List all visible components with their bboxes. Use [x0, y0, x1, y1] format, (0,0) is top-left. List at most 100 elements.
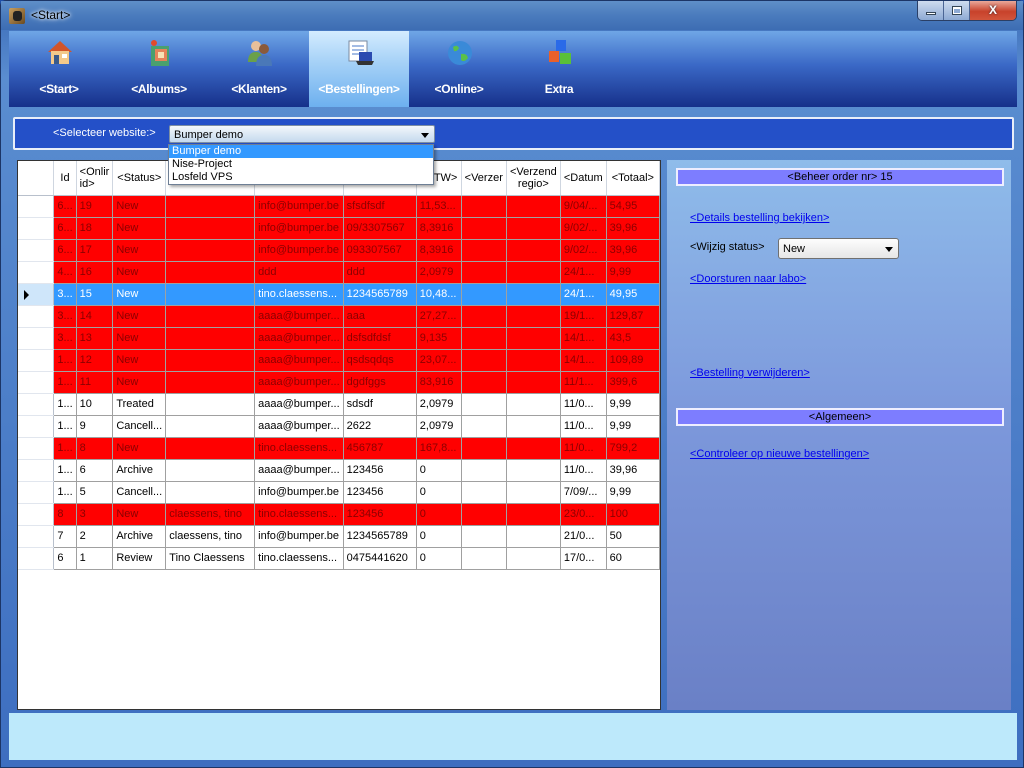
cell-name[interactable]	[165, 305, 256, 328]
cell-id[interactable]: 8	[53, 503, 77, 526]
cell-totaal[interactable]: 49,95	[606, 283, 660, 306]
cell-name[interactable]	[165, 393, 256, 416]
details-order-link[interactable]: <Details bestelling bekijken>	[690, 212, 829, 224]
table-row[interactable]: 1... 12 New aaaa@bumper... qsdsqdqs 23,07... 1…	[18, 349, 660, 372]
cell-status[interactable]: Treated	[112, 393, 167, 416]
row-header[interactable]	[18, 393, 55, 416]
cell-email[interactable]: aaaa@bumper...	[254, 349, 344, 372]
cell-email[interactable]: info@bumper.be	[254, 195, 344, 218]
cell-verzend-regio[interactable]	[506, 393, 561, 416]
cell-verzending[interactable]	[461, 195, 507, 218]
cell-verzending[interactable]	[461, 217, 507, 240]
website-option[interactable]: Nise-Project	[169, 158, 433, 171]
cell-datum[interactable]: 19/1...	[560, 305, 607, 328]
cell-verzending[interactable]	[461, 327, 507, 350]
column-header-totaal[interactable]: <Totaal>	[606, 161, 660, 196]
column-header-online-id[interactable]: <Onlir id>	[76, 161, 114, 196]
cell-btw[interactable]: 0	[416, 547, 462, 570]
cell-status[interactable]: New	[112, 349, 167, 372]
table-row[interactable]: 3... 15 New tino.claessens... 1234565789 10,4…	[18, 283, 660, 306]
cell-btw[interactable]: 2,0979	[416, 393, 462, 416]
row-header[interactable]	[18, 261, 55, 284]
cell-email[interactable]: tino.claessens...	[254, 547, 344, 570]
cell-phone[interactable]: 1234565789	[343, 525, 417, 548]
cell-btw[interactable]: 83,916	[416, 371, 462, 394]
cell-name[interactable]	[165, 349, 256, 372]
cell-phone[interactable]: 123456	[343, 503, 417, 526]
cell-id[interactable]: 6...	[53, 195, 77, 218]
cell-phone[interactable]: 093307567	[343, 239, 417, 262]
cell-totaal[interactable]: 39,96	[606, 217, 660, 240]
cell-email[interactable]: aaaa@bumper...	[254, 371, 344, 394]
cell-phone[interactable]: 09/3307567	[343, 217, 417, 240]
cell-verzending[interactable]	[461, 283, 507, 306]
cell-phone[interactable]: aaa	[343, 305, 417, 328]
cell-email[interactable]: ddd	[254, 261, 344, 284]
cell-btw[interactable]: 2,0979	[416, 261, 462, 284]
cell-id[interactable]: 4...	[53, 261, 77, 284]
cell-verzend-regio[interactable]	[506, 217, 561, 240]
cell-verzend-regio[interactable]	[506, 547, 561, 570]
cell-verzending[interactable]	[461, 261, 507, 284]
row-header[interactable]	[18, 239, 55, 262]
cell-status[interactable]: New	[112, 437, 167, 460]
cell-online-id[interactable]: 19	[76, 195, 114, 218]
cell-btw[interactable]: 2,0979	[416, 415, 462, 438]
cell-totaal[interactable]: 399,6	[606, 371, 660, 394]
tab-extra[interactable]: Extra	[509, 31, 609, 107]
column-header-verzending[interactable]: <Verzer	[461, 161, 507, 196]
cell-totaal[interactable]: 50	[606, 525, 660, 548]
cell-id[interactable]: 1...	[53, 437, 77, 460]
cell-verzending[interactable]	[461, 371, 507, 394]
cell-id[interactable]: 1...	[53, 481, 77, 504]
cell-id[interactable]: 7	[53, 525, 77, 548]
cell-verzend-regio[interactable]	[506, 481, 561, 504]
row-header[interactable]	[18, 547, 55, 570]
cell-btw[interactable]: 8,3916	[416, 239, 462, 262]
cell-btw[interactable]: 27,27...	[416, 305, 462, 328]
cell-phone[interactable]: sdsdf	[343, 393, 417, 416]
row-header[interactable]	[18, 415, 55, 438]
cell-totaal[interactable]: 109,89	[606, 349, 660, 372]
cell-id[interactable]: 1...	[53, 371, 77, 394]
cell-id[interactable]: 3...	[53, 283, 77, 306]
table-row[interactable]: 7 2 Archive claessens, tino info@bumper.be 12…	[18, 525, 660, 548]
cell-datum[interactable]: 24/1...	[560, 283, 607, 306]
cell-email[interactable]: aaaa@bumper...	[254, 415, 344, 438]
cell-phone[interactable]: 123456	[343, 459, 417, 482]
cell-name[interactable]: claessens, tino	[165, 525, 256, 548]
tab-bestellingen[interactable]: <Bestellingen>	[309, 31, 409, 107]
cell-btw[interactable]: 9,135	[416, 327, 462, 350]
cell-status[interactable]: Archive	[112, 525, 167, 548]
cell-phone[interactable]: qsdsqdqs	[343, 349, 417, 372]
cell-verzending[interactable]	[461, 503, 507, 526]
cell-status[interactable]: New	[112, 327, 167, 350]
cell-email[interactable]: aaaa@bumper...	[254, 459, 344, 482]
cell-datum[interactable]: 24/1...	[560, 261, 607, 284]
cell-name[interactable]	[165, 481, 256, 504]
cell-totaal[interactable]: 9,99	[606, 481, 660, 504]
cell-verzend-regio[interactable]	[506, 525, 561, 548]
table-row[interactable]: 1... 6 Archive aaaa@bumper... 123456 0 11/0...…	[18, 459, 660, 482]
cell-verzending[interactable]	[461, 437, 507, 460]
cell-online-id[interactable]: 18	[76, 217, 114, 240]
cell-phone[interactable]: 456787	[343, 437, 417, 460]
cell-email[interactable]: aaaa@bumper...	[254, 305, 344, 328]
cell-datum[interactable]: 7/09/...	[560, 481, 607, 504]
cell-totaal[interactable]: 39,96	[606, 239, 660, 262]
cell-id[interactable]: 6	[53, 547, 77, 570]
cell-online-id[interactable]: 6	[76, 459, 114, 482]
cell-online-id[interactable]: 5	[76, 481, 114, 504]
cell-name[interactable]	[165, 437, 256, 460]
cell-name[interactable]	[165, 261, 256, 284]
cell-totaal[interactable]: 9,99	[606, 393, 660, 416]
orders-grid[interactable]: Id <Onlir id> <Status> <BTW> <Verzer <Ver…	[17, 160, 661, 710]
cell-status[interactable]: New	[112, 217, 167, 240]
cell-verzend-regio[interactable]	[506, 195, 561, 218]
cell-verzending[interactable]	[461, 305, 507, 328]
cell-online-id[interactable]: 13	[76, 327, 114, 350]
cell-id[interactable]: 3...	[53, 327, 77, 350]
cell-datum[interactable]: 11/1...	[560, 371, 607, 394]
cell-datum[interactable]: 11/0...	[560, 415, 607, 438]
cell-name[interactable]	[165, 459, 256, 482]
